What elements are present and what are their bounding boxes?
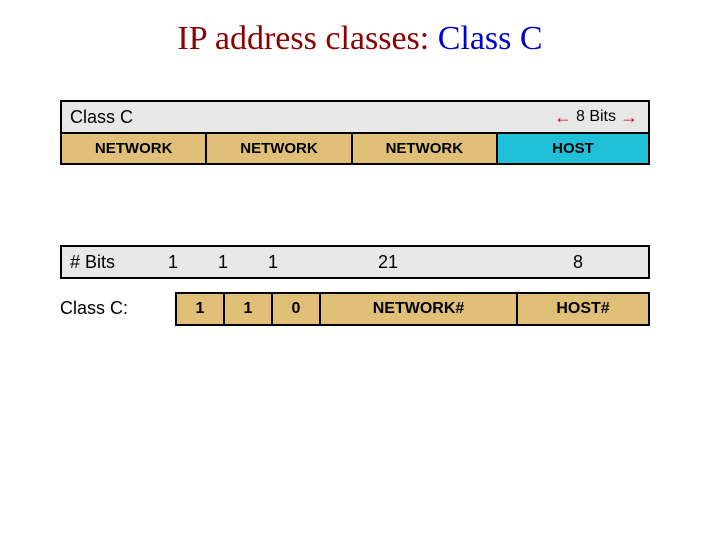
bits-label: # Bits <box>62 252 148 273</box>
bits-count-panel: # Bits 1 1 1 21 8 <box>60 245 650 279</box>
bit-count-1a: 1 <box>148 252 198 273</box>
panel-header: Class C ← 8 Bits → <box>62 102 648 132</box>
class-c-heading: Class C <box>70 107 133 127</box>
class-c-structure-row: Class C: 1 1 0 NETWORK# HOST# <box>60 292 650 326</box>
octet-row: NETWORK NETWORK NETWORK HOST <box>62 132 648 163</box>
prefix-bit-3: 0 <box>273 294 321 324</box>
octet-network-2: NETWORK <box>207 134 352 163</box>
title-part2: Class C <box>438 20 543 57</box>
host-field: HOST# <box>518 294 648 324</box>
bit-count-8: 8 <box>508 252 648 273</box>
network-field: NETWORK# <box>321 294 518 324</box>
arrow-right-icon: → <box>620 102 638 132</box>
arrow-left-icon: ← <box>554 102 572 132</box>
title-part1: IP address classes: <box>177 20 437 57</box>
octet-network-1: NETWORK <box>62 134 207 163</box>
class-c-row-label: Class C: <box>60 292 175 326</box>
bit-count-1c: 1 <box>248 252 298 273</box>
octet-network-3: NETWORK <box>353 134 498 163</box>
bit-count-1b: 1 <box>198 252 248 273</box>
class-c-panel: Class C ← 8 Bits → NETWORK NETWORK NETWO… <box>60 100 650 165</box>
prefix-bit-2: 1 <box>225 294 273 324</box>
bit-count-21: 21 <box>328 252 448 273</box>
prefix-bit-1: 1 <box>177 294 225 324</box>
slide-title: IP address classes: Class C <box>0 20 720 58</box>
octet-host: HOST <box>498 134 648 163</box>
class-c-bit-layout: 1 1 0 NETWORK# HOST# <box>175 292 650 326</box>
eight-bits-label: 8 Bits <box>576 102 616 132</box>
eight-bits-indicator: ← 8 Bits → <box>554 102 638 132</box>
